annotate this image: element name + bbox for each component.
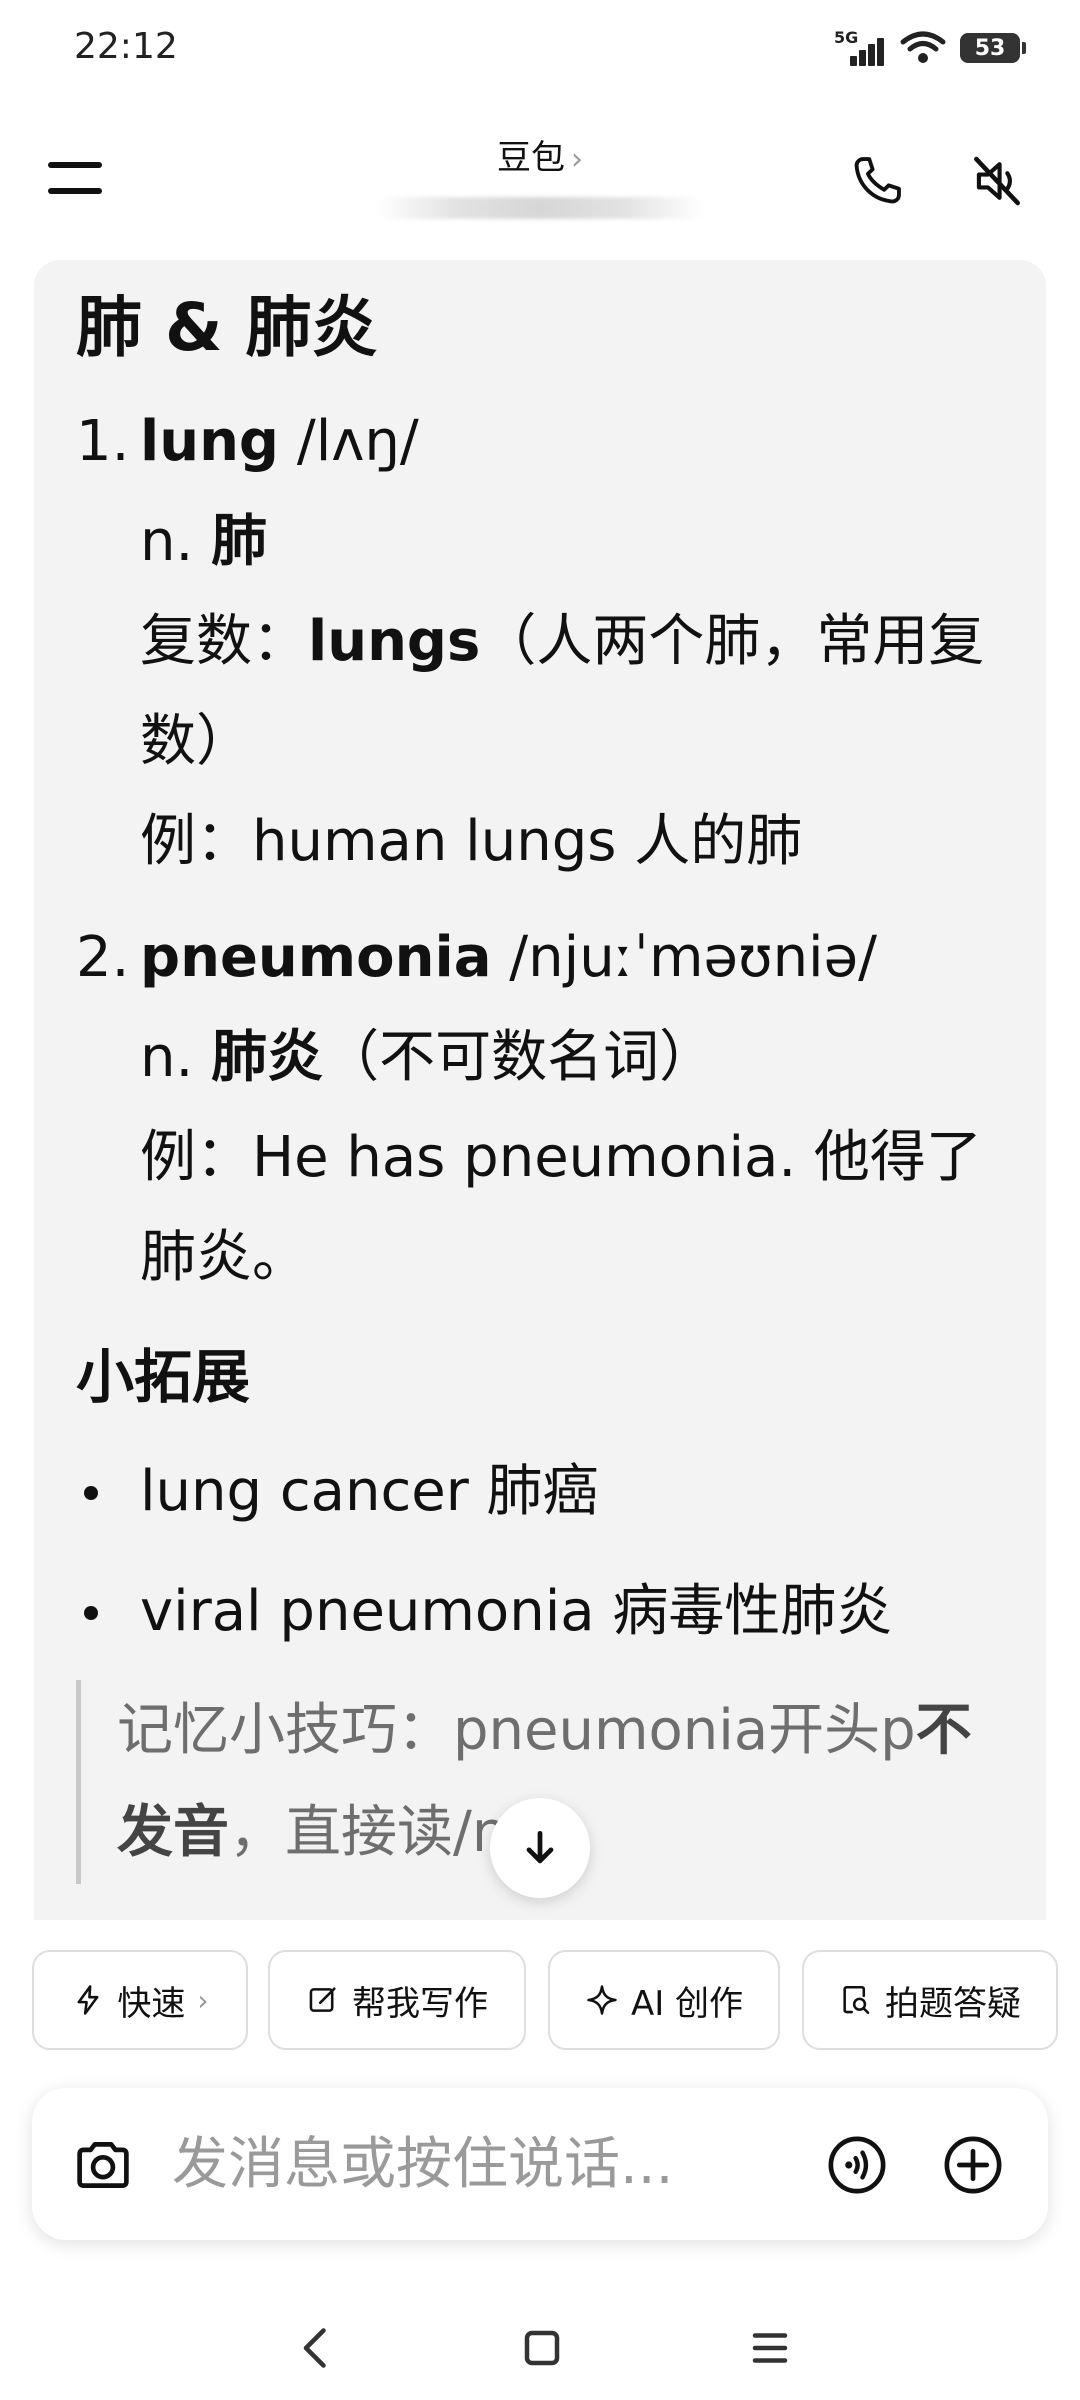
example-text: human lungs 人的肺 xyxy=(252,809,803,874)
chip-label: AI 创作 xyxy=(630,1983,744,2024)
chevron-right-icon: › xyxy=(571,142,583,177)
back-icon xyxy=(303,2328,326,2368)
mute-button[interactable] xyxy=(966,150,1028,212)
entry-pos: n. xyxy=(140,509,194,574)
entry-phonetic: /lʌŋ/ xyxy=(296,409,419,474)
entry-lung: 1. lung /lʌŋ/ n. 肺 复数：lungs（人两个肺，常用复数） 例… xyxy=(76,392,1026,892)
network-type: 5G xyxy=(834,28,859,47)
nav-home-button[interactable] xyxy=(512,2318,572,2378)
entry-pneumonia: 2. pneumonia /njuːˈməʊniə/ n. 肺炎（不可数名词） … xyxy=(76,908,1026,1308)
phone-call-button[interactable] xyxy=(846,150,908,212)
menu-lines-icon xyxy=(752,2333,788,2363)
voice-wave-icon xyxy=(828,2136,886,2194)
chip-label: 帮我写作 xyxy=(352,1983,488,2024)
list-item: viral pneumonia 病毒性肺炎 xyxy=(76,1552,1026,1672)
sparkle-icon xyxy=(587,1985,617,2015)
answer-heading: 肺 & 肺炎 xyxy=(76,289,378,366)
search-doc-icon xyxy=(843,1985,870,2015)
camera-icon xyxy=(77,2142,129,2188)
status-icons: 5G 53 xyxy=(834,28,1026,68)
signal-icon: 5G xyxy=(834,28,886,68)
entry-number: 2. xyxy=(76,925,130,990)
quick-action-bar: 快速 › 帮我写作 AI 创作 拍题答疑 xyxy=(0,1950,1080,2054)
entry-meaning: 肺炎 xyxy=(211,1025,324,1090)
entry-word: lung xyxy=(140,409,280,474)
tip-prefix: 记忆小技巧：pneumonia开头p xyxy=(117,1698,916,1763)
entry-pos: n. xyxy=(140,1025,194,1090)
camera-button[interactable] xyxy=(70,2132,136,2198)
plural-label: 复数： xyxy=(140,609,308,674)
nav-recents-button[interactable] xyxy=(740,2318,800,2378)
entry-word: pneumonia xyxy=(140,925,492,990)
chip-fast-mode[interactable]: 快速 › xyxy=(32,1950,248,2050)
answer-content: 肺 & 肺炎 1. lung /lʌŋ/ n. 肺 复数：lungs（人两个肺，… xyxy=(76,280,1026,1884)
blurred-subtitle xyxy=(375,197,705,219)
message-input-bar xyxy=(32,2088,1048,2240)
plus-circle-icon xyxy=(944,2136,1002,2194)
example-label: 例： xyxy=(140,1125,252,1190)
entry-meaning: 肺 xyxy=(211,509,268,574)
voice-call-button[interactable] xyxy=(824,2132,890,2198)
edit-icon xyxy=(309,1987,336,2012)
entry-phonetic: /njuːˈməʊniə/ xyxy=(509,925,877,990)
chip-photo-question[interactable]: 拍题答疑 xyxy=(802,1950,1058,2050)
chat-title[interactable]: 豆包 › xyxy=(370,130,710,219)
chip-ai-create[interactable]: AI 创作 xyxy=(548,1950,780,2050)
answer-card: 肺 & 肺炎 1. lung /lʌŋ/ n. 肺 复数：lungs（人两个肺，… xyxy=(34,260,1046,1920)
battery-icon: 53 xyxy=(960,33,1026,63)
chip-label: 拍题答疑 xyxy=(885,1983,1021,2024)
list-item: lung cancer 肺癌 xyxy=(76,1432,1026,1552)
scroll-down-button[interactable] xyxy=(490,1798,590,1898)
arrow-down-icon xyxy=(526,1830,554,1864)
chip-label: 快速 xyxy=(117,1983,186,2024)
status-time: 22:12 xyxy=(74,26,178,67)
meaning-note: （不可数名词） xyxy=(323,1025,716,1090)
home-square-icon xyxy=(524,2330,560,2366)
wifi-icon xyxy=(900,31,946,63)
chip-help-write[interactable]: 帮我写作 xyxy=(268,1950,526,2050)
system-nav-bar xyxy=(0,2300,1080,2400)
top-bar: 豆包 › xyxy=(0,120,1080,240)
add-attachment-button[interactable] xyxy=(940,2132,1006,2198)
extension-heading: 小拓展 xyxy=(76,1343,251,1411)
message-input[interactable] xyxy=(172,2118,812,2210)
menu-button[interactable] xyxy=(48,158,106,200)
phone-icon xyxy=(854,157,901,204)
chevron-right-icon: › xyxy=(197,1983,209,2017)
lightning-icon xyxy=(77,1985,99,2015)
status-bar: 22:12 5G 53 xyxy=(0,0,1080,100)
battery-level: 53 xyxy=(974,35,1006,61)
nav-back-button[interactable] xyxy=(286,2318,346,2378)
entry-number: 1. xyxy=(76,409,130,474)
example-label: 例： xyxy=(140,809,252,874)
example-text: He has pneumonia. 他得了肺炎。 xyxy=(140,1125,982,1290)
chat-title-text: 豆包 xyxy=(497,138,565,178)
speaker-off-icon xyxy=(974,156,1020,206)
plural-word: lungs xyxy=(308,609,481,674)
